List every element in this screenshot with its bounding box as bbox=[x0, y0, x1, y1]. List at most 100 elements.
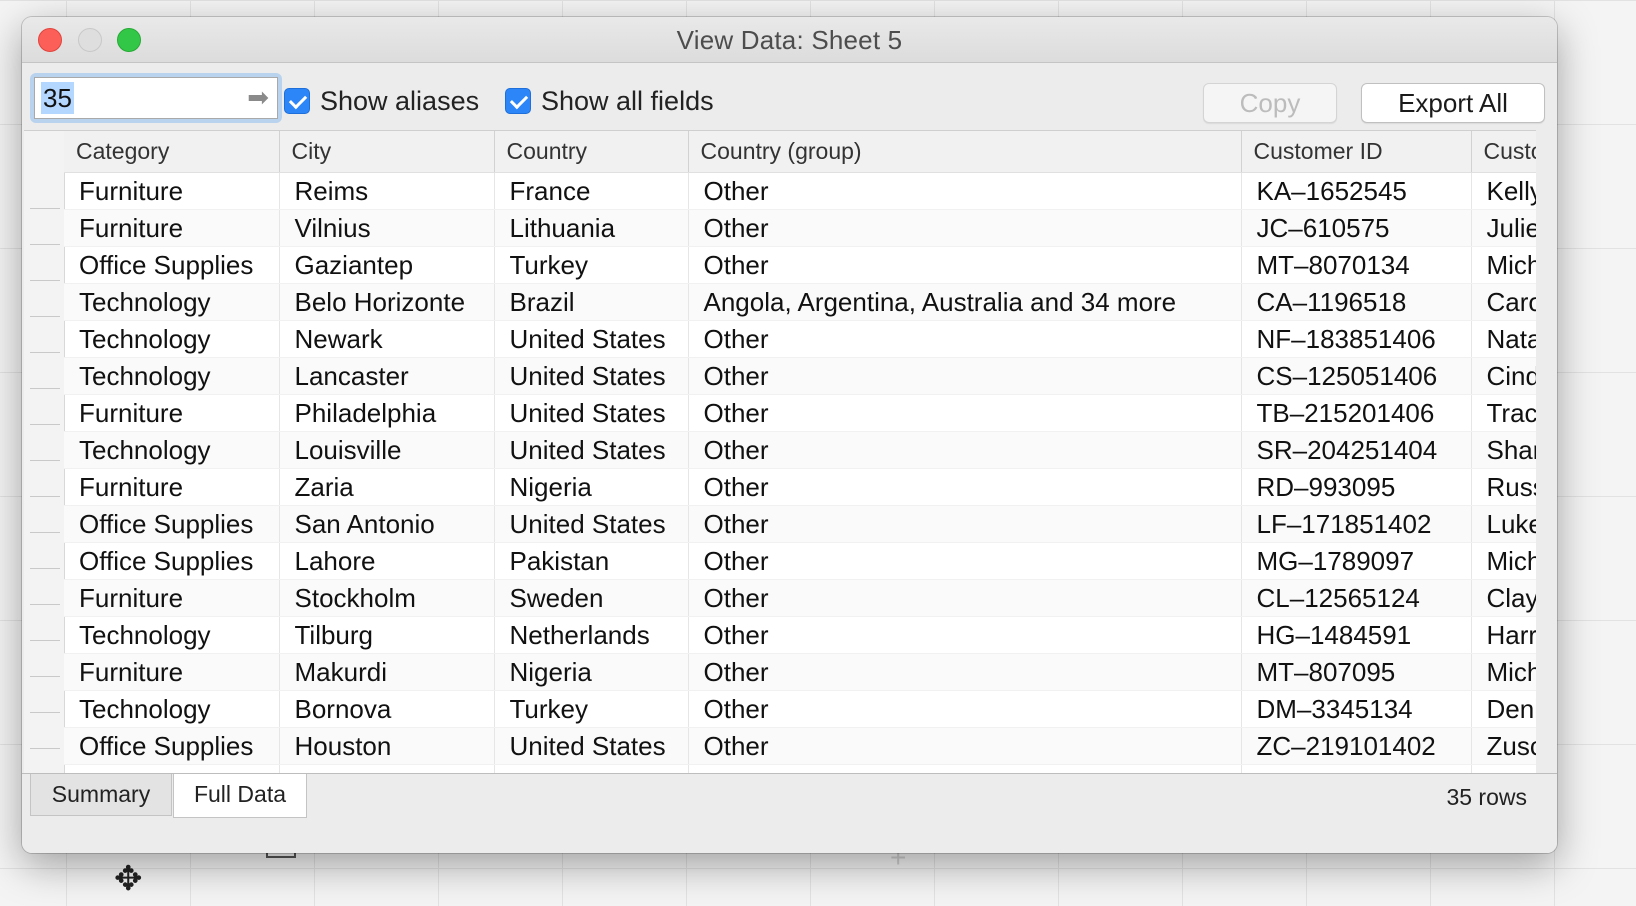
show-aliases-toggle[interactable]: Show aliases bbox=[284, 85, 479, 117]
table-row[interactable]: Technology Lancaster United States Other CS–… bbox=[64, 357, 1536, 395]
table-cell[interactable]: Technology bbox=[64, 320, 280, 358]
table-cell[interactable]: Other bbox=[688, 394, 1242, 432]
table-cell[interactable]: Mich bbox=[1471, 246, 1536, 284]
column-header[interactable]: Category bbox=[64, 131, 280, 173]
table-row[interactable]: Office Supplies Lahore Pakistan Other MG–178… bbox=[64, 542, 1536, 580]
table-cell[interactable]: Newark bbox=[279, 320, 495, 358]
table-cell[interactable]: Office Supplies bbox=[64, 246, 280, 284]
table-cell[interactable]: Cindy bbox=[1471, 357, 1536, 395]
table-row[interactable]: Technology Newark United States Other NF–183… bbox=[64, 320, 1536, 358]
table-cell[interactable]: Furniture bbox=[64, 579, 280, 617]
table-cell[interactable]: Bornova bbox=[279, 690, 495, 728]
table-cell[interactable]: CL–12565124 bbox=[1241, 579, 1472, 617]
table-cell[interactable]: Gaziantep bbox=[279, 246, 495, 284]
table-cell[interactable]: CA–1196518 bbox=[1241, 283, 1472, 321]
table-row[interactable]: Technology Tilburg Netherlands Other HG–1484… bbox=[64, 616, 1536, 654]
table-cell[interactable]: Clay bbox=[1471, 579, 1536, 617]
table-cell[interactable]: Kelly bbox=[1471, 172, 1536, 210]
show-aliases-checkbox[interactable] bbox=[284, 88, 310, 114]
table-cell[interactable]: Lithuania bbox=[494, 209, 689, 247]
column-header[interactable]: Country (group) bbox=[688, 131, 1242, 173]
tab-full-data[interactable]: Full Data bbox=[173, 774, 307, 818]
table-cell[interactable]: SR–204251404 bbox=[1241, 431, 1472, 469]
table-cell[interactable]: Julie bbox=[1471, 209, 1536, 247]
table-cell[interactable]: Technology bbox=[64, 283, 280, 321]
table-cell[interactable]: Lancaster bbox=[279, 357, 495, 395]
table-cell[interactable]: Office Supplies bbox=[64, 505, 280, 543]
table-row[interactable]: Office Supplies Houston United States Other… bbox=[64, 727, 1536, 765]
table-cell[interactable]: Natal bbox=[1471, 320, 1536, 358]
table-cell[interactable]: RD–993095 bbox=[1241, 468, 1472, 506]
column-header[interactable]: City bbox=[279, 131, 495, 173]
table-cell[interactable]: Other bbox=[688, 431, 1242, 469]
table-cell[interactable]: United States bbox=[494, 357, 689, 395]
table-cell[interactable]: Carol bbox=[1471, 283, 1536, 321]
table-cell[interactable]: Other bbox=[688, 690, 1242, 728]
table-cell[interactable]: MG–1789097 bbox=[1241, 542, 1472, 580]
table-cell[interactable]: DM–3345134 bbox=[1241, 690, 1472, 728]
row-count-value[interactable]: 35 bbox=[41, 82, 74, 114]
table-cell[interactable]: Zaria bbox=[279, 468, 495, 506]
table-cell[interactable]: Mich bbox=[1471, 653, 1536, 691]
data-grid[interactable]: Category City Country Country (group) Cu… bbox=[24, 130, 1536, 774]
title-bar[interactable]: View Data: Sheet 5 bbox=[22, 17, 1557, 63]
table-row[interactable]: FurnitureReimsFranceOtherKA–1652545Kelly bbox=[64, 172, 1536, 210]
table-row[interactable]: Technology Belo Horizonte Brazil Angola, Ar… bbox=[64, 283, 1536, 321]
table-cell[interactable]: Netherlands bbox=[494, 616, 689, 654]
table-row[interactable]: Furniture Vilnius Lithuania Other JC–610575 J… bbox=[64, 209, 1536, 247]
table-row[interactable]: Furniture Stockholm Sweden Other CL–12565124… bbox=[64, 579, 1536, 617]
table-cell[interactable]: Other bbox=[688, 727, 1242, 765]
table-cell[interactable]: Nigeria bbox=[494, 468, 689, 506]
table-cell[interactable]: Lahore bbox=[279, 542, 495, 580]
table-cell[interactable]: Other bbox=[688, 542, 1242, 580]
table-cell[interactable]: HG–1484591 bbox=[1241, 616, 1472, 654]
table-row[interactable]: Office Supplies Gaziantep Turkey Other MT–80… bbox=[64, 246, 1536, 284]
table-cell[interactable]: Furniture bbox=[64, 468, 280, 506]
table-cell[interactable]: Angola, Argentina, Australia and 34 more bbox=[688, 283, 1242, 321]
table-cell[interactable]: Luke bbox=[1471, 505, 1536, 543]
table-cell[interactable]: Furniture bbox=[64, 394, 280, 432]
table-cell[interactable]: Turkey bbox=[494, 246, 689, 284]
table-cell[interactable]: Zuscl bbox=[1471, 727, 1536, 765]
table-cell[interactable]: Other bbox=[688, 468, 1242, 506]
table-cell[interactable]: KA–1652545 bbox=[1241, 172, 1472, 210]
table-cell[interactable]: TB–215201406 bbox=[1241, 394, 1472, 432]
table-cell[interactable]: Office Supplies bbox=[64, 727, 280, 765]
table-cell[interactable]: Furniture bbox=[64, 172, 280, 210]
show-all-fields-checkbox[interactable] bbox=[505, 88, 531, 114]
table-cell[interactable]: Mich bbox=[1471, 542, 1536, 580]
table-cell[interactable]: Other bbox=[688, 172, 1242, 210]
table-cell[interactable]: NF–183851406 bbox=[1241, 320, 1472, 358]
table-cell[interactable]: Houston bbox=[279, 727, 495, 765]
table-cell[interactable]: United States bbox=[494, 505, 689, 543]
tab-summary[interactable]: Summary bbox=[30, 774, 172, 816]
table-cell[interactable]: United States bbox=[494, 727, 689, 765]
table-cell[interactable]: ZC–219101402 bbox=[1241, 727, 1472, 765]
arrow-right-icon[interactable]: ➡ bbox=[247, 82, 269, 114]
table-cell[interactable]: Other bbox=[688, 579, 1242, 617]
table-row[interactable]: Office Supplies San Antonio United States O… bbox=[64, 505, 1536, 543]
table-row[interactable]: Furniture Makurdi Nigeria Other MT–807095 Mic… bbox=[64, 653, 1536, 691]
table-cell[interactable]: Harry bbox=[1471, 616, 1536, 654]
table-cell[interactable]: Technology bbox=[64, 431, 280, 469]
show-all-fields-toggle[interactable]: Show all fields bbox=[505, 85, 714, 117]
table-cell[interactable]: Turkey bbox=[494, 690, 689, 728]
table-cell[interactable]: Denis bbox=[1471, 690, 1536, 728]
table-cell[interactable]: Other bbox=[688, 246, 1242, 284]
table-cell[interactable]: Technology bbox=[64, 357, 280, 395]
column-header[interactable]: Custor bbox=[1471, 131, 1536, 173]
table-cell[interactable]: Russ bbox=[1471, 468, 1536, 506]
table-cell[interactable]: Other bbox=[688, 616, 1242, 654]
table-cell[interactable]: Other bbox=[688, 320, 1242, 358]
table-cell[interactable]: France bbox=[494, 172, 689, 210]
table-cell[interactable]: Other bbox=[688, 357, 1242, 395]
table-cell[interactable]: Share bbox=[1471, 431, 1536, 469]
table-row[interactable]: Furniture Philadelphia United States Other T… bbox=[64, 394, 1536, 432]
table-cell[interactable]: Office Supplies bbox=[64, 542, 280, 580]
table-cell[interactable]: San Antonio bbox=[279, 505, 495, 543]
table-cell[interactable]: Technology bbox=[64, 616, 280, 654]
table-cell[interactable]: Tilburg bbox=[279, 616, 495, 654]
table-cell[interactable]: Philadelphia bbox=[279, 394, 495, 432]
table-cell[interactable]: Tracy bbox=[1471, 394, 1536, 432]
column-header[interactable]: Customer ID bbox=[1241, 131, 1472, 173]
